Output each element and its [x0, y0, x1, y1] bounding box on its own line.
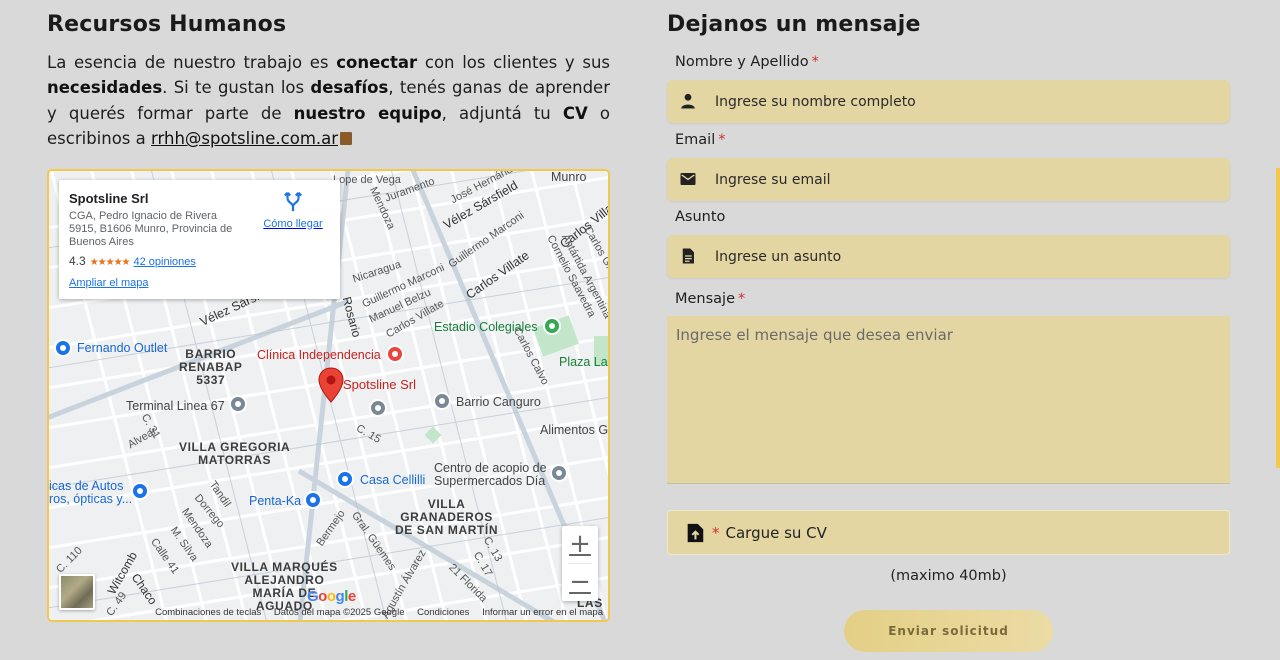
map-label-barrio-canguro: Barrio Canguro [456, 395, 541, 409]
form-title: Dejanos un mensaje [667, 12, 921, 37]
place-address: CGA, Pedro Ignacio de Rivera 5915, B1606… [69, 210, 233, 248]
scrollbar-accent [1276, 168, 1280, 468]
hr-title: Recursos Humanos [47, 12, 287, 37]
area-label: VILLA GREGORIA MATORRAS [179, 440, 291, 467]
area-label: VILLA GRANADEROS DE SAN MARTÍN [395, 497, 499, 537]
school-pin-icon[interactable] [369, 399, 387, 417]
place-rating: 4.3 ★★★★★ 42 opiniones [69, 254, 196, 268]
reviews-link[interactable]: 42 opiniones [134, 256, 196, 268]
subject-label: Asunto [675, 209, 726, 225]
shop-pin-icon[interactable] [336, 470, 354, 488]
store-pin-icon[interactable] [550, 464, 568, 482]
cv-upload-button[interactable]: * Cargue su CV [667, 510, 1230, 555]
email-field [667, 158, 1230, 201]
required-mark: * [811, 54, 819, 70]
name-input[interactable] [715, 80, 1215, 123]
directions-button[interactable]: Cómo llegar [262, 190, 324, 232]
email-input[interactable] [715, 158, 1215, 201]
report-error-link[interactable]: Informar un error en el mapa [482, 607, 603, 618]
stadium-pin-icon[interactable] [543, 317, 561, 335]
map-label-fernando-outlet: Fernando Outlet [77, 341, 168, 355]
cv-size-note: (maximo 40mb) [890, 568, 1007, 584]
message-textarea[interactable] [667, 316, 1230, 484]
shop-pin-icon[interactable] [54, 339, 72, 357]
shop-pin-icon[interactable] [131, 482, 149, 500]
map-label-munro: Munro [551, 170, 587, 184]
directions-icon [283, 191, 303, 212]
place-pin-icon[interactable] [433, 392, 451, 410]
contact-form: Dejanos un mensaje Nombre y Apellido* Em… [667, 12, 1230, 660]
map-label-terminal: Terminal Linea 67 [126, 399, 225, 413]
document-icon [682, 248, 694, 264]
required-mark: * [738, 291, 746, 307]
map-attribution: Combinaciones de teclas Datos del mapa ©… [49, 606, 608, 620]
map-label-alimentos: Alimentos G [540, 423, 609, 437]
submit-button[interactable]: Enviar solicitud [844, 610, 1053, 652]
transit-pin-icon[interactable] [229, 395, 247, 413]
zoom-controls: + − [562, 526, 598, 601]
location-marker-icon[interactable] [318, 367, 344, 403]
keyboard-shortcuts-link[interactable]: Combinaciones de teclas [155, 607, 261, 618]
map-label-penta-ka: Penta-Ka [249, 494, 302, 508]
subject-input[interactable] [715, 235, 1215, 278]
map-label-autos: icas de Autos ros, ópticas y... [49, 479, 133, 506]
map-label-centro-acopio: Centro de acopio de Supermercados Día [434, 461, 547, 488]
map-label-clinica: Clínica Independencia [257, 348, 381, 362]
shop-pin-icon[interactable] [304, 491, 322, 509]
area-label: BARRIO RENABAP 5337 [179, 347, 243, 387]
google-map[interactable]: Lope de Vega Juramento José Hernández Mu… [47, 169, 610, 622]
envelope-icon [680, 173, 696, 185]
zoom-out-button[interactable]: − [562, 564, 598, 601]
rating-value: 4.3 [69, 254, 86, 268]
zoom-in-button[interactable]: + [562, 526, 598, 563]
place-info-card: Spotsline Srl CGA, Pedro Ignacio de Rive… [59, 180, 340, 299]
email-label: Email * [675, 132, 726, 148]
directions-label: Cómo llegar [263, 218, 323, 230]
google-logo: Google [307, 588, 356, 605]
message-label: Mensaje * [675, 291, 746, 307]
required-mark: * [718, 132, 726, 148]
upload-file-icon [687, 523, 704, 543]
book-icon [340, 132, 353, 146]
map-label-spotsline: Spotsline Srl [343, 377, 416, 392]
satellite-toggle-button[interactable] [59, 574, 95, 610]
map-label-plaza: Plaza La [559, 355, 608, 369]
hr-section: Recursos Humanos La esencia de nuestro t… [47, 12, 610, 152]
street-label: Lope de Vega [333, 174, 401, 186]
name-label: Nombre y Apellido * [675, 54, 819, 70]
hr-email-link[interactable]: rrhh@spotsline.com.ar [151, 129, 338, 148]
place-name: Spotsline Srl [69, 191, 149, 206]
person-icon [681, 93, 695, 109]
hospital-pin-icon[interactable] [386, 345, 404, 363]
rating-stars-icon: ★★★★★ [89, 257, 131, 268]
cv-upload-label: * Cargue su CV [712, 524, 827, 542]
map-label-casa-cellilli: Casa Cellilli [360, 473, 426, 487]
subject-field [667, 235, 1230, 278]
hr-paragraph: La esencia de nuestro trabajo es conecta… [47, 53, 611, 149]
enlarge-map-link[interactable]: Ampliar el mapa [69, 277, 148, 289]
required-mark: * [712, 524, 720, 542]
map-data-text: Datos del mapa ©2025 Google [273, 607, 405, 618]
terms-link[interactable]: Condiciones [417, 607, 469, 618]
name-field [667, 80, 1230, 123]
